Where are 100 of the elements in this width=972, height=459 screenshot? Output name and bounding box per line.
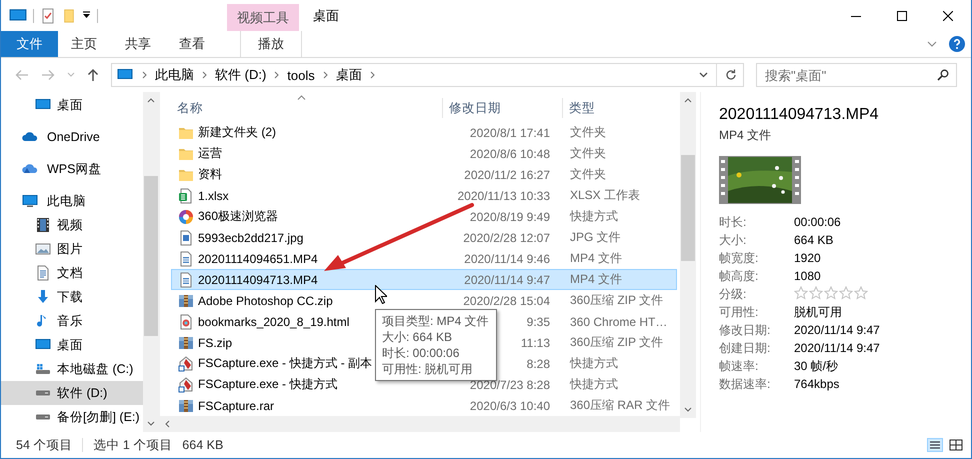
refresh-icon[interactable]: [725, 69, 737, 81]
picture-icon: [34, 241, 52, 257]
nav-item[interactable]: WPS网盘: [1, 157, 143, 181]
ribbon-tab[interactable]: 文件: [1, 31, 58, 57]
shortcut-file-icon: [178, 356, 194, 372]
file-name[interactable]: 20201114094713.MP4: [198, 272, 318, 286]
ribbon-tab[interactable]: 共享: [112, 31, 164, 57]
nav-label: 视频: [57, 216, 83, 234]
nav-item[interactable]: 视频: [1, 213, 143, 237]
browser-file-icon: [178, 208, 194, 224]
file-name[interactable]: 新建文件夹 (2): [198, 124, 276, 141]
modified-date: 11:13: [520, 336, 550, 350]
archive-file-icon: [178, 334, 194, 350]
up-icon[interactable]: [87, 68, 99, 82]
search-field[interactable]: 搜索"桌面": [756, 63, 957, 87]
close-icon[interactable]: [943, 10, 953, 20]
column-header[interactable]: 名称: [171, 98, 443, 118]
chevron-icon[interactable]: [370, 71, 375, 79]
maximize-icon[interactable]: [897, 10, 907, 20]
star-icon[interactable]: [839, 286, 853, 300]
property-value: 664 KB: [794, 232, 834, 248]
file-name[interactable]: FS.zip: [198, 336, 232, 350]
pc-icon: [21, 193, 39, 209]
scrollbar[interactable]: [143, 92, 159, 432]
nav-item[interactable]: 本地磁盘 (C:): [1, 357, 143, 381]
file-name[interactable]: 360极速浏览器: [198, 208, 278, 225]
details-view-icon[interactable]: [927, 438, 943, 452]
star-icon[interactable]: [794, 286, 808, 300]
nav-item[interactable]: 软件 (D:): [1, 381, 143, 405]
scroll-down-icon[interactable]: [147, 421, 155, 426]
modified-date: 2020/8/6 10:48: [470, 146, 550, 160]
breadcrumb[interactable]: 桌面: [336, 66, 362, 84]
chevron-icon[interactable]: [142, 71, 147, 79]
modified-date: 2020/2/28 15:04: [463, 294, 550, 308]
property-label: 帧高度:: [719, 268, 760, 284]
file-type: 文件夹: [569, 145, 607, 162]
file-type: 快捷方式: [568, 355, 619, 372]
star-icon[interactable]: [809, 286, 823, 300]
scrollbar[interactable]: [680, 92, 696, 418]
modified-date: 2020/11/2 16:27: [464, 168, 550, 182]
chevron-icon[interactable]: [322, 71, 328, 79]
scroll-down-icon[interactable]: [684, 407, 692, 412]
modified-date: 2020/11/14 9:46: [464, 252, 550, 266]
dropdown-icon[interactable]: [699, 72, 708, 78]
help-icon[interactable]: [949, 36, 965, 52]
address-bar[interactable]: 此电脑 软件 (D:) tools 桌面: [111, 63, 744, 87]
selected-file-row[interactable]: 20201114094713.MP4 2020/11/14 9:47 MP4 文件: [171, 269, 677, 290]
file-name[interactable]: 1.xlsx: [198, 188, 229, 202]
nav-item[interactable]: OneDrive: [1, 125, 143, 149]
file-name[interactable]: FSCapture.exe - 快捷方式 - 副本: [198, 355, 372, 372]
breadcrumb[interactable]: 此电脑: [155, 66, 194, 84]
chevron-icon[interactable]: [202, 71, 207, 79]
large-icons-view-icon[interactable]: [949, 438, 963, 452]
ribbon-tab[interactable]: 播放: [240, 31, 302, 57]
column-header[interactable]: 修改日期: [443, 98, 563, 118]
file-type: JPG 文件: [569, 229, 622, 246]
star-icon[interactable]: [854, 286, 868, 300]
sort-ascending-icon[interactable]: [297, 95, 306, 100]
scroll-left-icon[interactable]: [165, 420, 170, 428]
property-label: 时长:: [719, 214, 748, 230]
star-icon[interactable]: [824, 286, 838, 300]
nav-item[interactable]: 此电脑: [1, 189, 143, 213]
nav-item[interactable]: 桌面: [1, 333, 143, 357]
nav-item[interactable]: 图片: [1, 237, 143, 261]
scroll-up-icon[interactable]: [684, 98, 692, 103]
nav-item[interactable]: 音乐: [1, 309, 143, 333]
nav-item[interactable]: 桌面: [1, 93, 143, 117]
file-name[interactable]: Adobe Photoshop CC.zip: [198, 294, 333, 308]
file-name[interactable]: 运营: [198, 145, 222, 162]
column-header[interactable]: 类型: [563, 98, 700, 118]
video-file-icon: [178, 250, 194, 266]
file-name[interactable]: FSCapture.rar: [198, 398, 274, 412]
file-type: XLSX 工作表: [569, 187, 642, 204]
file-name[interactable]: 资料: [198, 166, 222, 183]
scroll-up-icon[interactable]: [147, 98, 155, 103]
scrollbar[interactable]: [160, 416, 680, 432]
nav-label: 此电脑: [47, 192, 86, 210]
chevron-icon[interactable]: [274, 71, 280, 79]
scrollbar-thumb[interactable]: [144, 176, 158, 336]
dropdown-icon[interactable]: [82, 11, 91, 20]
breadcrumb[interactable]: tools: [287, 68, 315, 82]
file-name[interactable]: 5993ecb2dd217.jpg: [198, 230, 304, 244]
nav-label: 图片: [57, 240, 83, 258]
expand-ribbon-icon[interactable]: [927, 41, 937, 47]
scrollbar-thumb[interactable]: [681, 155, 695, 261]
property-label: 创建日期:: [719, 340, 772, 356]
file-type: 文件夹: [569, 124, 607, 141]
search-icon[interactable]: [937, 69, 949, 81]
property-value: 1920: [794, 250, 822, 266]
file-name[interactable]: FSCapture.exe - 快捷方式: [198, 376, 338, 393]
breadcrumb[interactable]: 软件 (D:): [215, 66, 266, 84]
ribbon-tab[interactable]: 主页: [58, 31, 110, 57]
selection-count: 选中 1 个项目: [93, 436, 172, 454]
nav-item[interactable]: 下载: [1, 285, 143, 309]
file-name[interactable]: bookmarks_2020_8_19.html: [198, 314, 350, 328]
file-name[interactable]: 20201114094651.MP4: [198, 252, 318, 266]
ribbon-tab[interactable]: 查看: [166, 31, 218, 57]
window-title: 桌面: [312, 6, 340, 24]
nav-item[interactable]: 文档: [1, 261, 143, 285]
nav-item[interactable]: 备份[勿删] (E:): [1, 405, 143, 429]
